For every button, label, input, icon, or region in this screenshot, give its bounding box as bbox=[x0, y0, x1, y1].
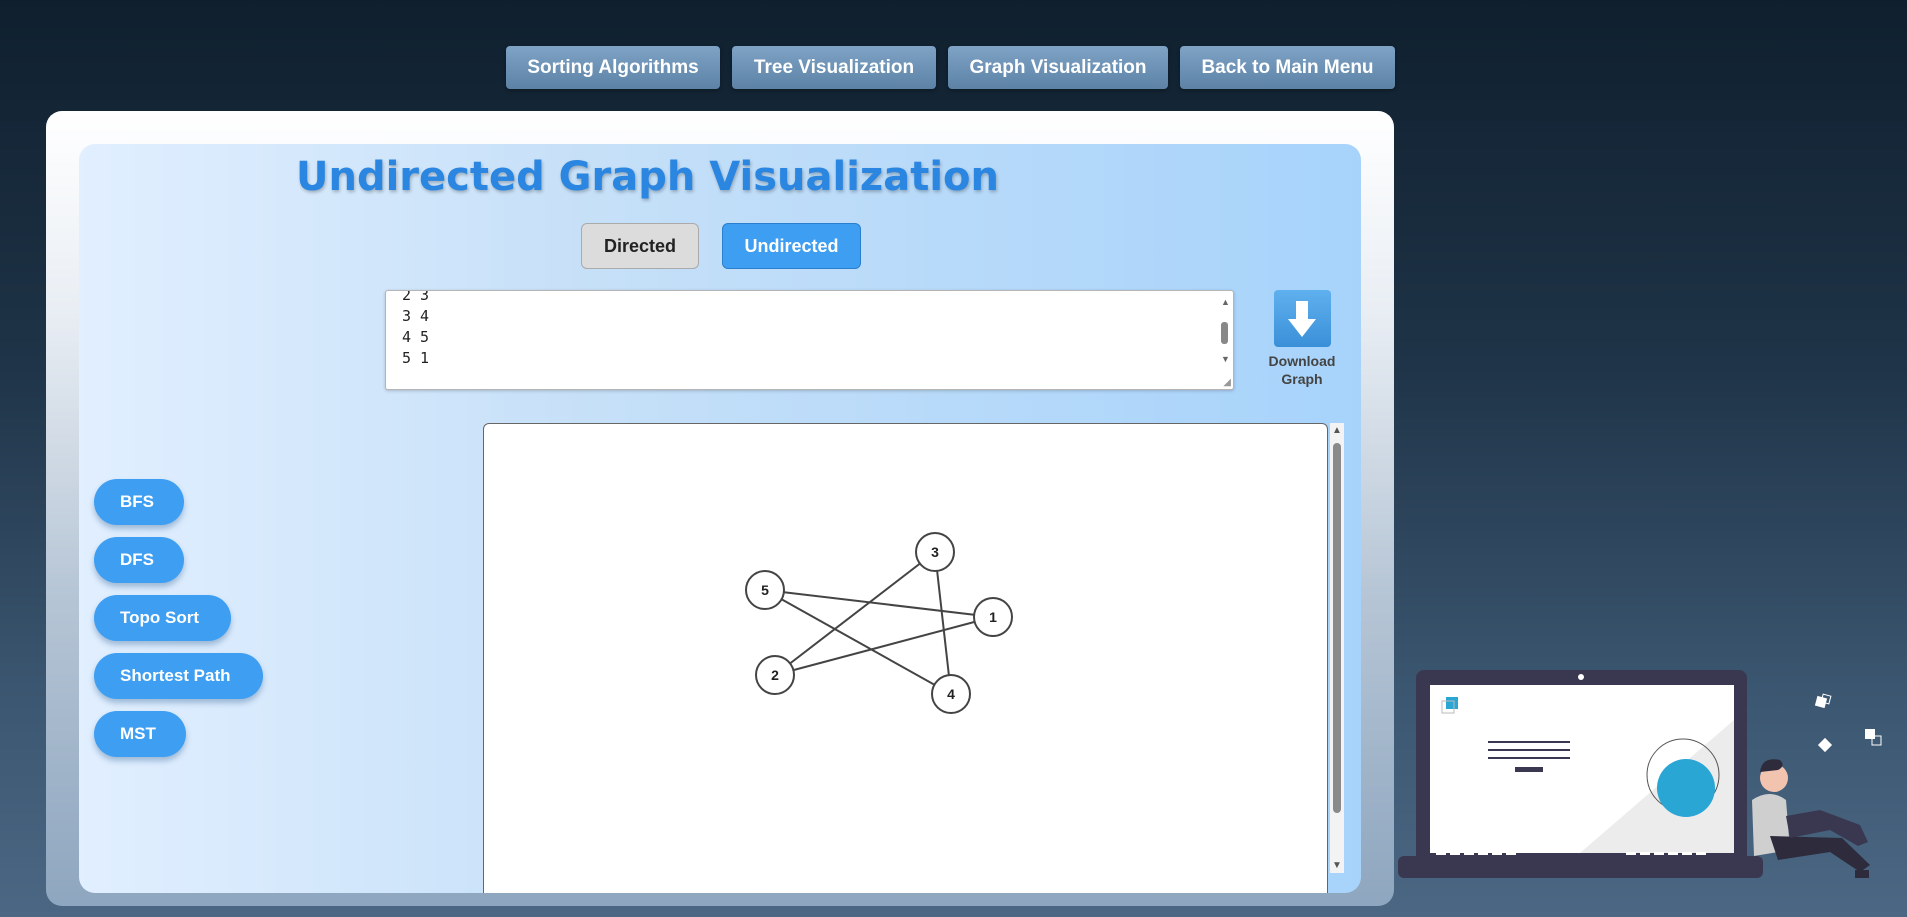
canvas-scroll-thumb[interactable] bbox=[1333, 443, 1341, 813]
bfs-button[interactable]: BFS bbox=[94, 479, 184, 525]
graph-node-label: 5 bbox=[761, 582, 769, 598]
visualization-panel: Undirected Graph Visualization Directed … bbox=[79, 144, 1361, 893]
graph-mode-toggle: Directed Undirected bbox=[581, 223, 861, 269]
graph-canvas[interactable]: 1 2 3 4 5 bbox=[483, 423, 1328, 893]
algorithm-buttons: BFS DFS Topo Sort Shortest Path MST bbox=[94, 479, 263, 769]
graph-edge-2-1 bbox=[774, 616, 994, 676]
shortest-path-button[interactable]: Shortest Path bbox=[94, 653, 263, 699]
graph-node-label: 2 bbox=[771, 667, 779, 683]
laptop-person-illustration bbox=[1398, 670, 1882, 878]
undirected-button[interactable]: Undirected bbox=[722, 223, 861, 269]
topo-sort-button[interactable]: Topo Sort bbox=[94, 595, 231, 641]
edge-input-textarea[interactable]: 2 3 3 4 4 5 5 1 ▲ ▼ ◢ bbox=[385, 290, 1234, 390]
edge-line: 4 5 bbox=[402, 328, 430, 346]
directed-button[interactable]: Directed bbox=[581, 223, 699, 269]
download-graph-button[interactable]: Download Graph bbox=[1262, 290, 1342, 388]
graph-node-label: 4 bbox=[947, 686, 955, 702]
nav-tree-visualization-button[interactable]: Tree Visualization bbox=[732, 46, 936, 89]
graph-node-2[interactable]: 2 bbox=[755, 655, 795, 695]
graph-node-5[interactable]: 5 bbox=[745, 570, 785, 610]
graph-node-1[interactable]: 1 bbox=[973, 597, 1013, 637]
scroll-up-arrow-icon[interactable]: ▲ bbox=[1221, 297, 1230, 307]
graph-node-4[interactable]: 4 bbox=[931, 674, 971, 714]
dfs-button[interactable]: DFS bbox=[94, 537, 184, 583]
edge-line: 2 3 bbox=[402, 290, 430, 304]
graph-svg: 1 2 3 4 5 bbox=[745, 532, 1013, 714]
textarea-scrollbar[interactable]: ▲ ▼ bbox=[1217, 291, 1233, 389]
page-title: Undirected Graph Visualization bbox=[296, 154, 999, 200]
main-card: Undirected Graph Visualization Directed … bbox=[46, 111, 1394, 906]
edge-line: 3 4 bbox=[402, 307, 430, 325]
nav-graph-visualization-button[interactable]: Graph Visualization bbox=[948, 46, 1168, 89]
nav-sorting-algorithms-button[interactable]: Sorting Algorithms bbox=[506, 46, 720, 89]
scroll-up-arrow-icon[interactable]: ▲ bbox=[1332, 425, 1342, 436]
canvas-scrollbar[interactable]: ▲ ▼ bbox=[1330, 423, 1344, 873]
resize-grip-icon[interactable]: ◢ bbox=[1223, 377, 1231, 388]
download-graph-label: Download Graph bbox=[1268, 353, 1336, 387]
download-arrow-icon bbox=[1273, 290, 1331, 347]
top-nav: Sorting Algorithms Tree Visualization Gr… bbox=[506, 46, 1395, 89]
textarea-scroll-thumb[interactable] bbox=[1221, 322, 1228, 344]
mst-button[interactable]: MST bbox=[94, 711, 186, 757]
graph-node-3[interactable]: 3 bbox=[915, 532, 955, 572]
graph-edge-3-4 bbox=[934, 551, 952, 695]
graph-node-label: 1 bbox=[989, 609, 997, 625]
edge-input-lines: 2 3 3 4 4 5 5 1 bbox=[402, 290, 430, 369]
scroll-down-arrow-icon[interactable]: ▼ bbox=[1332, 860, 1342, 871]
graph-edge-3-2 bbox=[774, 551, 936, 676]
edge-line: 5 1 bbox=[402, 349, 430, 367]
nav-back-to-main-menu-button[interactable]: Back to Main Menu bbox=[1180, 46, 1395, 89]
scroll-down-arrow-icon[interactable]: ▼ bbox=[1221, 354, 1230, 364]
graph-node-label: 3 bbox=[931, 544, 939, 560]
